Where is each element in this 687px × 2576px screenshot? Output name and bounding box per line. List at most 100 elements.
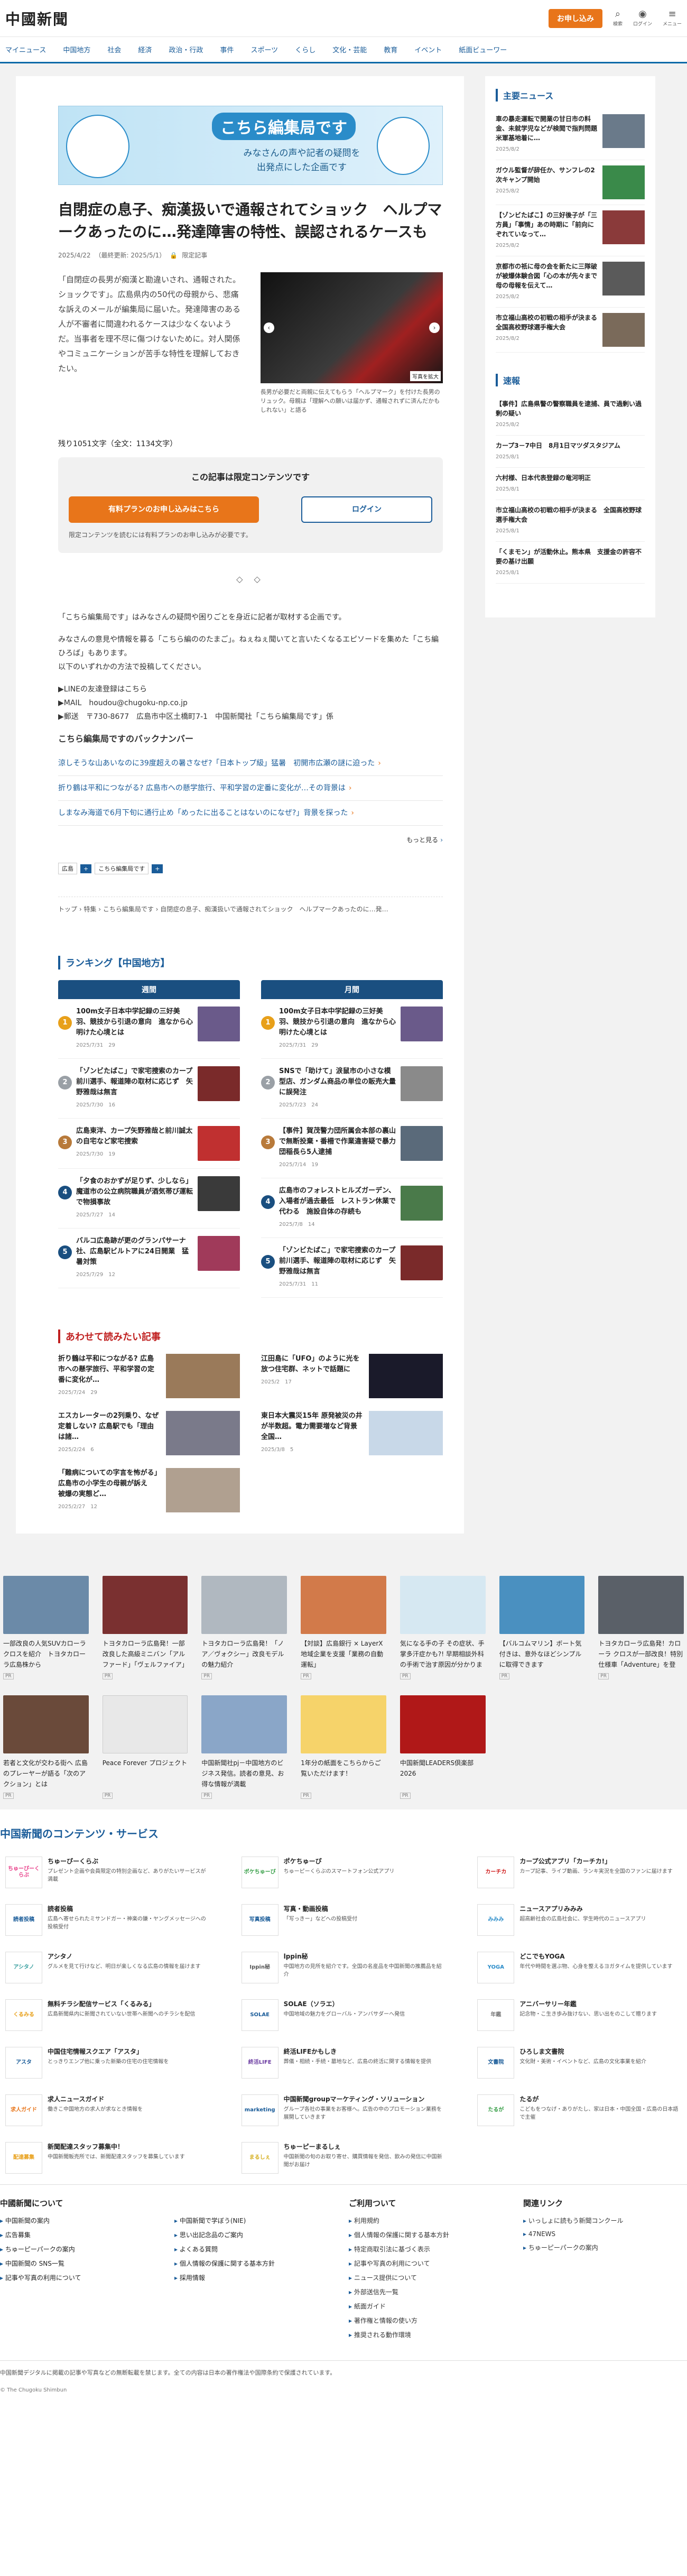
site-logo[interactable]: 中國新聞 xyxy=(5,8,69,29)
footer-link[interactable]: 中国新聞で学ぼう(NIE) xyxy=(174,2216,338,2225)
nav-item[interactable]: 政治・行政 xyxy=(169,44,203,54)
footer-link[interactable]: 記事や写真の利用について xyxy=(349,2259,513,2268)
pr-item[interactable]: 【バルコムマリン】ボート気付きは、意外なほどシンプルに取得できます PR xyxy=(499,1576,585,1679)
service-item[interactable]: 写真投稿 写真・動画投稿 「写っきー」などへの投稿受付 xyxy=(241,1904,446,1936)
service-item[interactable]: 読者投稿 読者投稿 広島へ寄せられたミサンドガー・神楽の鎌・ヤングメッセージへの投稿… xyxy=(5,1904,210,1936)
service-item[interactable]: まるしぇ ちゅーピーまるしぇ 中国新聞の旬のお取り寄せ、購買情報を発信、飲みの発信に… xyxy=(241,2142,446,2174)
nav-item[interactable]: イベント xyxy=(414,44,442,54)
pr-item[interactable]: 中国新聞LEADERS倶楽部2026 PR xyxy=(400,1695,486,1799)
footer-link[interactable]: 著作権と情報の使い方 xyxy=(349,2316,513,2325)
footer-link[interactable]: ちゅーピーパークの案内 xyxy=(0,2245,164,2254)
service-item[interactable]: みみみ ニュースアプリみみみ 超高齢社会の広島社会に、学生時代のニュースアプリ xyxy=(477,1904,682,1936)
nav-item[interactable]: 事件 xyxy=(220,44,234,54)
footer-link[interactable]: 思い出記念品のご案内 xyxy=(174,2230,338,2239)
ranking-item[interactable]: 4 「夕食のおかずが足りず、少しなら」魔道市の公立病院職員が酒気帯び運転で物損事故… xyxy=(58,1169,240,1229)
breadcrumb[interactable]: トップ › 特集 › こちら編集局です › 自閉症の息子、痴漢扱いで通報されてシ… xyxy=(58,897,443,913)
enlarge-photo-button[interactable]: 写真を拡大 xyxy=(410,371,441,381)
service-item[interactable]: ポケちゅーぴ ポケちゅーぴ ちゅーピーくらぶのスマートフォン公式アプリ xyxy=(241,1857,446,1888)
flash-item[interactable]: 六村様、日本代表登録の竜河明正 2025/8/1 xyxy=(496,468,645,500)
tab-weekly[interactable]: 週間 xyxy=(58,980,240,999)
pr-item[interactable]: 1年分の紙面をこちらからご覧いただけます！ PR xyxy=(301,1695,386,1799)
service-item[interactable]: くるみる 無料チラシ配信サービス「くるみる」 広島新聞県内に新聞されていない世帯へ新… xyxy=(5,1999,210,2031)
news-item[interactable]: ガウル監督が辞任か、サンフレの2次キャンプ開始 2025/8/2 xyxy=(496,160,645,205)
footer-link[interactable]: 利用規約 xyxy=(349,2216,513,2225)
tab-monthly[interactable]: 月間 xyxy=(261,980,443,999)
backnumber-link[interactable]: 涼しそうな山あいなのに39度超えの暑さなぜ?「日本トップ級」猛暑 初開市広瀬の謎… xyxy=(58,751,443,776)
tag-hiroshima[interactable]: 広島 xyxy=(58,863,77,874)
series-banner[interactable]: こちら編集局です みなさんの声や記者の疑問を 出発点にした企画です xyxy=(58,106,443,185)
prev-photo-icon[interactable]: ‹ xyxy=(263,322,274,333)
ranking-item[interactable]: 5 バルコ広島跡が更のグランパサーナ社、広島駅ビルトアに24日開業 猛暑対策 202… xyxy=(58,1229,240,1288)
related-item[interactable]: 江田島に「UFO」のように光を放つ住宅群、ネットで話題に 2025/2 17 xyxy=(261,1354,443,1398)
news-item[interactable]: 【ゾンビたばこ】の三好後子が「三方員」「事情」あの時期に「前向にぞれていなって…… xyxy=(496,205,645,256)
nav-item[interactable]: くらし xyxy=(295,44,315,54)
login-button[interactable]: ログイン xyxy=(301,496,432,523)
backnumber-link[interactable]: しまなみ海道で6月下旬に通行止め「めったに出ることはないのになぜ?」背景を探った… xyxy=(58,801,443,826)
service-item[interactable]: SOLAE SOLAE（ソラエ） 中国地域の魅力をグローバル・アンバサダーへ発信 xyxy=(241,1999,446,2031)
line-link[interactable]: ▶LINEの友達登録はこちら xyxy=(58,685,147,694)
footer-link[interactable]: 記事や写真の利用について xyxy=(0,2273,164,2282)
pr-item[interactable]: Peace Forever プロジェクト PR xyxy=(102,1695,188,1799)
service-item[interactable]: 年鑑 アニバーサリー年鑑 記念物・こ生き歩み抜けない、思い出をのこして贈ります xyxy=(477,1999,682,2031)
photo-image[interactable]: ‹ › 写真を拡大 xyxy=(260,272,443,383)
service-item[interactable]: たるが たるが こどもをつなげ・ありがたし、家は日本・中国全国・広島の日本語で主催 xyxy=(477,2094,682,2126)
footer-link[interactable]: 広告募集 xyxy=(0,2230,164,2239)
next-photo-icon[interactable]: › xyxy=(429,322,440,333)
nav-item[interactable]: 社会 xyxy=(107,44,121,54)
footer-link[interactable]: 特定商取引法に基づく表示 xyxy=(349,2245,513,2254)
service-item[interactable]: カーチカ カープ公式アプリ「カーチカ!」 カープ記事、ライブ動画、ランキ実況を全国の… xyxy=(477,1857,682,1888)
mail-link[interactable]: ▶MAIL houdou@chugoku-np.co.jp xyxy=(58,699,188,707)
footer-link[interactable]: ニュース提供について xyxy=(349,2273,513,2282)
service-item[interactable]: 配達募集 新聞配達スタッフ募集中！ 中国新聞販売所では、新聞配達スタッフを募集してい… xyxy=(5,2142,210,2174)
footer-link[interactable]: 47NEWS xyxy=(523,2230,687,2238)
flash-item[interactable]: カープ3－7中日 8月1日マツダスタジアム 2025/8/1 xyxy=(496,436,645,468)
service-item[interactable]: 文書院 ひろしま文書院 文化財・美術・イベントなど、広島の文化事業を紹介 xyxy=(477,2047,682,2079)
footer-link[interactable]: 紙面ガイド xyxy=(349,2302,513,2311)
more-link[interactable]: もっと見る › xyxy=(58,833,443,847)
related-item[interactable]: 「難病についての字言を怖がる」広島市の小学生の母親が訴え 被爆の実態ど… 2025… xyxy=(58,1468,240,1512)
pr-item[interactable]: 一部改良の人気SUVカローラクロスを紹介 トヨタカローラ広島株から PR xyxy=(3,1576,89,1679)
news-item[interactable]: 京都市の祇に母の会を新たに三隊破が被爆体験合図「心の本が先々まで母の母報を伝えて… xyxy=(496,256,645,308)
nav-item[interactable]: 文化・芸能 xyxy=(332,44,367,54)
service-item[interactable]: marketing 中国新聞groupマーケティング・ソリューション グループ各社の… xyxy=(241,2094,446,2126)
pr-item[interactable]: 中国新聞社pj－中国地方のビジネス発信。読者の意見、お得な情報が満載 PR xyxy=(201,1695,287,1799)
pr-item[interactable]: トヨタカローラ広島発！一部改良した高級ミニバン「アルファード」「ヴェルファイア」… xyxy=(102,1576,188,1679)
signup-button[interactable]: お申し込み xyxy=(548,8,602,28)
ranking-item[interactable]: 1 100m女子日本中学記録の三好美羽、競技から引退の意向 進なから心明けた心境と… xyxy=(58,999,240,1059)
footer-link[interactable]: ちゅーピーパークの案内 xyxy=(523,2243,687,2252)
service-item[interactable]: アシタノ アシタノ グルメを見て行けなど、明日が楽しくなる広島の情報を届けます xyxy=(5,1952,210,1983)
footer-link[interactable]: 中国新聞の案内 xyxy=(0,2216,164,2225)
add-tag-icon[interactable]: + xyxy=(152,864,163,873)
footer-link[interactable]: 推奨される動作環境 xyxy=(349,2330,513,2339)
pr-item[interactable]: トヨタカローラ広島発！「ノア／ヴォクシー」改良モデルの魅力紹介 PR xyxy=(201,1576,287,1679)
flash-item[interactable]: 市立福山高校の初戦の相手が決まる 全国高校野球選手権大会 2025/8/1 xyxy=(496,500,645,542)
service-item[interactable]: YOGA どこでもYOGA 年代や時間を選ぶ物、心身を整えるヨガタイムを提供していま… xyxy=(477,1952,682,1983)
ranking-item[interactable]: 2 SNSで「助けて」涙鼠市の小さな模型店、ガンダム商品の単位の販売大量に誤発注 2… xyxy=(261,1059,443,1119)
search-link[interactable]: ⌕ 検索 xyxy=(613,10,623,27)
add-tag-icon[interactable]: + xyxy=(80,864,92,873)
flash-item[interactable]: 【事件】広島県警の警察職員を逮捕、員で過剰い過剰の疑い 2025/8/2 xyxy=(496,394,645,436)
nav-item[interactable]: 経済 xyxy=(138,44,152,54)
pr-item[interactable]: 【対談】広島銀行 × LayerX 地域企業を支援「業務の自動運転」 PR xyxy=(301,1576,386,1679)
related-item[interactable]: エスカレーターの2列乗り、なぜ定着しない? 広島駅でも「理由は諸… 2025/2/… xyxy=(58,1411,240,1455)
pr-item[interactable]: 若者と文化が交わる街へ 広島のプレーヤーが語る「次のアクション」とは PR xyxy=(3,1695,89,1799)
ranking-item[interactable]: 3 広島東洋、カープ矢野雅哉と前川誠太の自宅など家宅捜索 2025/7/30 19 xyxy=(58,1119,240,1169)
ranking-item[interactable]: 4 広島市のフォレストヒルズガーデン、入場者が過去最低 レストラン休業で代わる 施… xyxy=(261,1178,443,1238)
ranking-item[interactable]: 3 【事件】賀茂警力団所属会本部の裏山で無断投棄・番柵で作業違害疑で暴力団稲長ら5… xyxy=(261,1119,443,1178)
nav-item[interactable]: スポーツ xyxy=(250,44,278,54)
service-item[interactable]: Ippin秘 lppin秘 中国地方の見所を紹介です。全国の名産品を中国新聞の推薦品… xyxy=(241,1952,446,1983)
service-item[interactable]: 終活LIFE 終活LIFEかもしき 葬儀・相続・手続・墓地など、広島の終活に関する情… xyxy=(241,2047,446,2079)
menu-link[interactable]: ≡ メニュー xyxy=(663,10,682,27)
service-item[interactable]: アスタ 中国住宅情報スクエア「アスタ」 とっきりエンプ他に乗った新築の住宅の住宅情報… xyxy=(5,2047,210,2079)
related-item[interactable]: 折り鶴は平和につながる? 広島市への懸学旅行、平和学習の定番に変化が… 2025/… xyxy=(58,1354,240,1398)
ranking-item[interactable]: 1 100m女子日本中学記録の三好美羽、競技から引退の意向 進なから心明けた心境と… xyxy=(261,999,443,1059)
pr-item[interactable]: トヨタカローラ広島発！カローラ クロスが一部改良！特別仕様車「Adventure… xyxy=(598,1576,684,1679)
service-item[interactable]: 求人ガイド 求人ニュースガイド 働きこ中国地方の求人が求なとき情報を xyxy=(5,2094,210,2126)
service-item[interactable]: ちゅーぴーくらぶ ちゅーぴーくらぶ プレゼント企画や会員限定の特別企画など、ありがた… xyxy=(5,1857,210,1888)
ranking-item[interactable]: 5 「ゾンビたばこ」で家宅捜索のカープ前川選手、報道陣の取材に応じず 矢野雅哉は無… xyxy=(261,1238,443,1298)
news-item[interactable]: 車の暴走運転で開業の甘日市の料金、未就学児などが検閲で指判問題 米軍基地着に… 2… xyxy=(496,109,645,160)
backnumber-link[interactable]: 折り鶴は平和につながる? 広島市への懸学旅行、平和学習の定番に変化が…その背景は… xyxy=(58,776,443,801)
ranking-item[interactable]: 2 「ゾンビたばこ」で家宅捜索のカープ前川選手、報道陣の取材に応じず 矢野雅哉は無… xyxy=(58,1059,240,1119)
footer-link[interactable]: いっしょに読もう新聞コンクール xyxy=(523,2216,687,2225)
pr-item[interactable]: 気になる手の子 その症状、手掌多汗症かも?! 早期相談外科の手術で治す原因が分か… xyxy=(400,1576,486,1679)
